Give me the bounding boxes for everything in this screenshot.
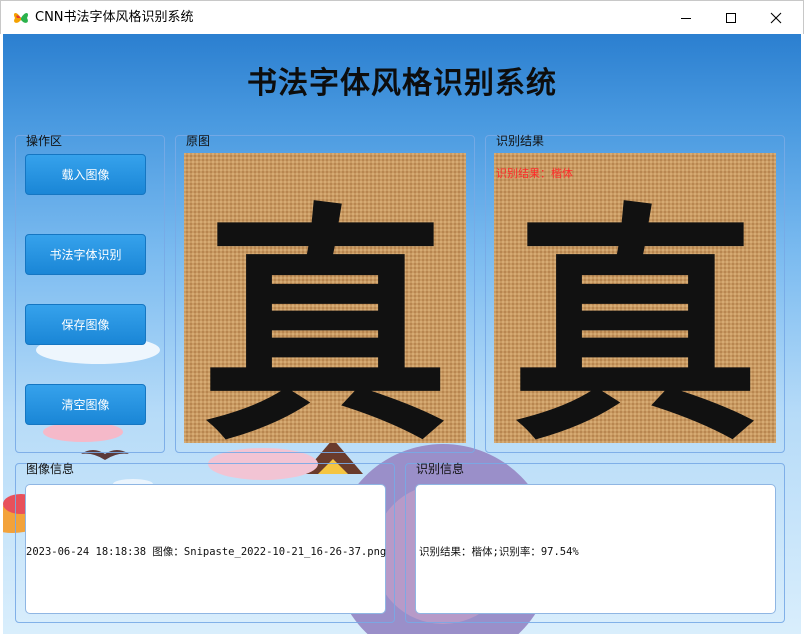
main-window-body: 书法字体风格识别系统 操作区 载入图像 书法字体识别 保存图像 清空图像 原图 …: [3, 34, 801, 634]
result-overlay-text: 识别结果：楷体: [496, 167, 573, 180]
original-image: 真: [184, 153, 466, 443]
result-calligraphy-character: 真: [510, 180, 760, 443]
window-title: CNN书法字体风格识别系统: [35, 10, 194, 25]
recognize-button[interactable]: 书法字体识别: [25, 234, 146, 275]
operation-group: 操作区 载入图像 书法字体识别 保存图像 清空图像: [15, 134, 165, 453]
save-image-button[interactable]: 保存图像: [25, 304, 146, 345]
recognition-info-label: 识别信息: [416, 462, 465, 476]
image-info-textbox[interactable]: 2023-06-24 18:18:38 图像：Snipaste_2022-10-…: [25, 484, 386, 614]
image-info-group: 图像信息 2023-06-24 18:18:38 图像：Snipaste_202…: [15, 462, 395, 623]
calligraphy-character: 真: [200, 180, 450, 443]
operation-group-label: 操作区: [26, 134, 63, 148]
butterfly-icon: [12, 9, 30, 27]
minimize-button[interactable]: [663, 1, 709, 35]
recognition-info-textbox[interactable]: 识别结果：楷体;识别率：97.54%: [415, 484, 776, 614]
close-icon: [770, 12, 782, 24]
image-info-text: 2023-06-24 18:18:38 图像：Snipaste_2022-10-…: [26, 546, 387, 558]
image-info-label: 图像信息: [26, 462, 75, 476]
recognition-info-group: 识别信息 识别结果：楷体;识别率：97.54%: [405, 462, 785, 623]
result-image: 真 识别结果：楷体: [494, 153, 776, 443]
title-bar: CNN书法字体风格识别系统: [0, 0, 804, 34]
maximize-icon: [725, 12, 737, 24]
close-button[interactable]: [753, 1, 799, 35]
maximize-button[interactable]: [708, 1, 754, 35]
original-image-label: 原图: [186, 134, 211, 148]
result-image-group: 识别结果 真 识别结果：楷体: [485, 134, 785, 453]
load-image-button[interactable]: 载入图像: [25, 154, 146, 195]
original-image-group: 原图 真: [175, 134, 475, 453]
app-heading: 书法字体风格识别系统: [247, 66, 557, 101]
clear-image-button[interactable]: 清空图像: [25, 384, 146, 425]
minimize-icon: [680, 12, 692, 24]
recognition-info-text: 识别结果：楷体;识别率：97.54%: [419, 546, 579, 558]
result-image-label: 识别结果: [496, 134, 545, 148]
